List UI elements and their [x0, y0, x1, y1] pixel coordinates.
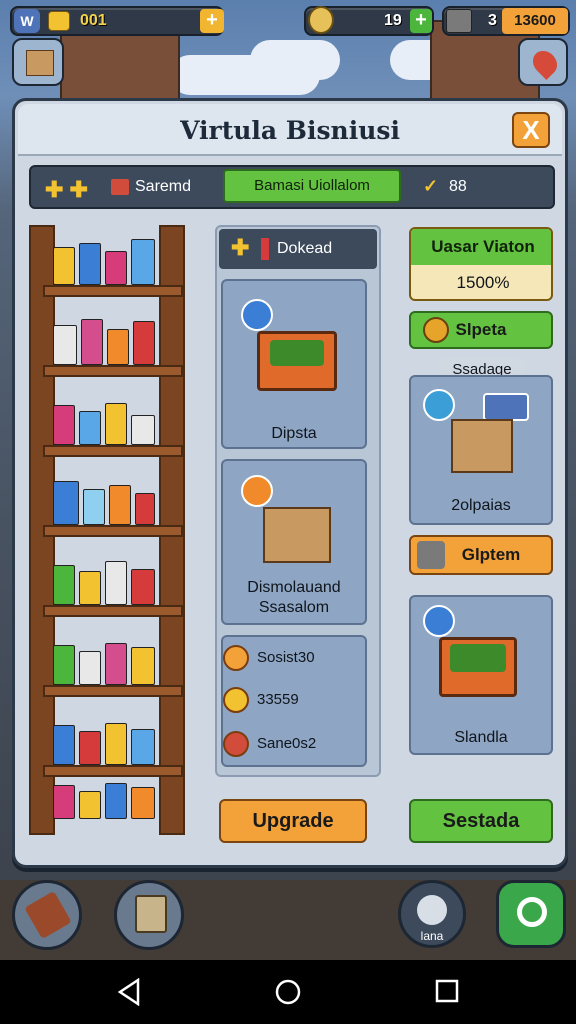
- chat-icon: [423, 605, 455, 637]
- settings-button[interactable]: lana: [398, 880, 466, 948]
- check-icon: [223, 687, 249, 713]
- panel-title: Virtula Bisniusi: [180, 116, 400, 145]
- info-bar: ✚ ✚ Saremd Bamasi Uiollalom ✓ 88: [29, 165, 555, 209]
- plus-icon: ✚ ✚: [45, 177, 88, 202]
- check-icon: [223, 731, 249, 757]
- back-icon[interactable]: [116, 978, 142, 1006]
- cardboard-box-icon: [451, 419, 513, 473]
- stat-card: Uasar Viaton 1500%: [409, 227, 553, 301]
- tab-label[interactable]: Saremd: [135, 178, 191, 196]
- box-card[interactable]: Dismolauand Ssasalom: [221, 459, 367, 625]
- clipboard-icon: [135, 895, 167, 933]
- recents-icon[interactable]: [434, 978, 460, 1004]
- shopping-cart-icon: [439, 637, 517, 697]
- cart-card-label: Dipsta: [271, 425, 317, 442]
- coin-icon: [423, 317, 449, 343]
- checklist-item: Sane0s2: [257, 735, 317, 752]
- storage-card-label: 2olpaias: [451, 497, 511, 514]
- green-action-button[interactable]: Sestada: [409, 799, 553, 843]
- cart-card-right-label: Slandla: [454, 729, 508, 746]
- settings-badge: lana: [420, 929, 444, 943]
- checklist-item: 33559: [257, 691, 299, 708]
- marker-icon: [261, 238, 269, 260]
- box-icon: [26, 50, 54, 76]
- coin-icon: [48, 11, 70, 31]
- upgrade-button[interactable]: Upgrade: [219, 799, 367, 843]
- coin-counter: W 001 +: [10, 6, 224, 36]
- green-button-label: Slpeta: [455, 320, 507, 339]
- chat-icon: [241, 299, 273, 331]
- storage-card[interactable]: 2olpaias: [409, 375, 553, 525]
- section-header-label: Dokead: [277, 240, 333, 257]
- plus-icon: ✚: [231, 235, 250, 260]
- gem-counter: 19 +: [304, 6, 434, 36]
- hammer-button[interactable]: [12, 880, 82, 950]
- system-nav-bar: [0, 960, 576, 1024]
- section-header: ✚ Dokead: [219, 229, 377, 269]
- tag-icon: [111, 179, 129, 195]
- leaf-icon: [417, 895, 447, 925]
- crate-value: 3: [488, 12, 497, 29]
- search-icon: [517, 897, 547, 927]
- cart-card-right[interactable]: Slandla: [409, 595, 553, 755]
- gem-value: 19: [384, 12, 402, 29]
- clipboard-button[interactable]: [114, 880, 184, 950]
- cardboard-box-icon: [263, 507, 331, 563]
- inventory-button[interactable]: [12, 38, 64, 86]
- cash-counter: 3 13600: [442, 6, 570, 36]
- box-card-label-2: Ssasalom: [258, 599, 330, 616]
- coin-value: 001: [80, 12, 107, 29]
- pin-icon: [528, 46, 562, 80]
- search-button[interactable]: [496, 880, 566, 948]
- progress-bar: Bamasi Uiollalom: [223, 169, 401, 203]
- shopping-cart-icon: [257, 331, 337, 391]
- level-badge: W: [14, 9, 40, 33]
- middle-column: ✚ Dokead Dipsta Dismolauand Ssasalom Sos…: [215, 225, 381, 777]
- add-coins-button[interactable]: +: [200, 9, 224, 33]
- gem-icon: [308, 6, 334, 34]
- map-button[interactable]: [518, 38, 568, 86]
- chat-icon: [423, 389, 455, 421]
- cash-value: 13600: [502, 8, 568, 34]
- checklist-item: Sosist30: [257, 649, 315, 666]
- add-gems-button[interactable]: +: [410, 9, 432, 33]
- cart-card[interactable]: Dipsta: [221, 279, 367, 449]
- checklist-card: Sosist30 33559 Sane0s2: [221, 635, 367, 767]
- check-icon: ✓: [423, 176, 439, 196]
- box-card-label-1: Dismolauand: [247, 579, 341, 596]
- stat-value: 88: [449, 178, 467, 195]
- chat-icon: [241, 475, 273, 507]
- green-button[interactable]: Slpeta: [409, 311, 553, 349]
- message-icon: [483, 393, 529, 421]
- cart-icon: [417, 541, 445, 569]
- orange-button-label: Glptem: [461, 545, 521, 564]
- stat-card-title: Uasar Viaton: [411, 229, 551, 265]
- business-panel: Virtula Bisniusi X ✚ ✚ Saremd Bamasi Uio…: [12, 98, 568, 868]
- close-button[interactable]: X: [512, 112, 550, 148]
- crate-icon: [446, 9, 472, 33]
- panel-header: Virtula Bisniusi X: [18, 104, 562, 156]
- home-icon[interactable]: [274, 978, 302, 1006]
- stat-card-value: 1500%: [456, 273, 510, 292]
- check-icon: [223, 645, 249, 671]
- orange-button[interactable]: Glptem: [409, 535, 553, 575]
- hammer-icon: [24, 890, 72, 940]
- store-shelf[interactable]: [29, 225, 189, 835]
